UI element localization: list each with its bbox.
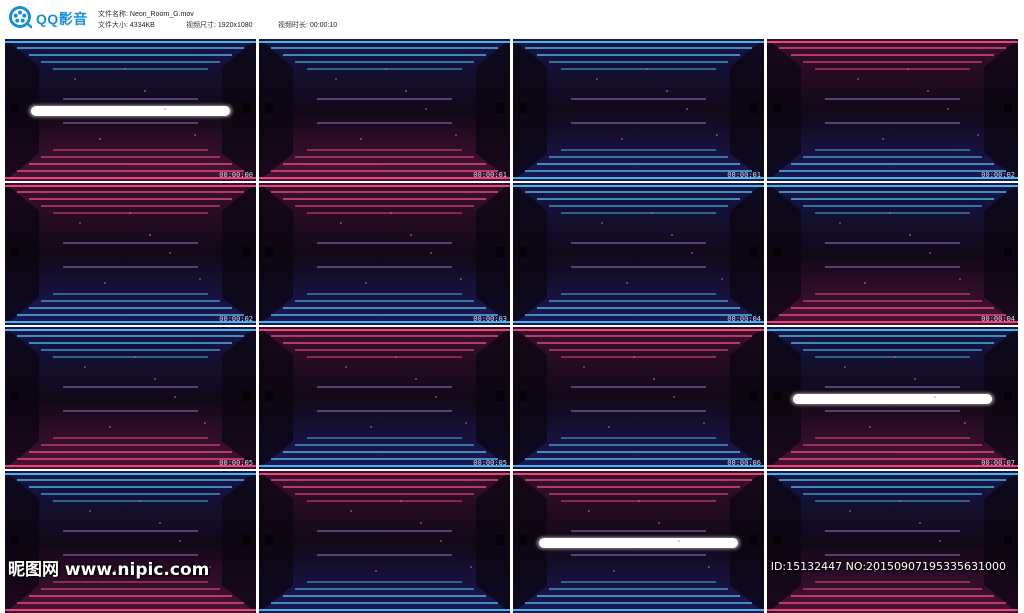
video-thumbnail[interactable]: 00:00:01 xyxy=(259,39,510,181)
video-thumbnail[interactable] xyxy=(259,471,510,613)
video-duration-row: 视频时长: 00:00:10 xyxy=(278,22,337,30)
video-thumbnail[interactable] xyxy=(767,471,1018,613)
thumbnail-grid: 00:00:00 00:00:01 00:00:01 00:00:02 00:00:02… xyxy=(0,36,1024,613)
neon-room-frame xyxy=(513,39,764,181)
file-size-label: 文件大小: xyxy=(98,22,128,29)
thumbnail-timestamp: 00:00:04 xyxy=(727,315,761,323)
neon-room-frame xyxy=(259,471,510,613)
thumbnail-timestamp: 00:00:05 xyxy=(473,459,507,467)
video-dimensions-label: 视频尺寸: xyxy=(186,22,216,29)
watermark-text: 昵图网 www.nipic.com xyxy=(8,560,210,580)
file-size-value: 4334KB xyxy=(129,22,155,29)
neon-room-frame xyxy=(767,183,1018,325)
thumbnail-timestamp: 00:00:05 xyxy=(219,459,253,467)
neon-room-frame xyxy=(259,327,510,469)
neon-room-frame xyxy=(513,327,764,469)
video-thumbnail[interactable]: 00:00:02 xyxy=(5,183,256,325)
image-id-text: ID:15132447 NO:20150907195335631000 xyxy=(770,560,1006,573)
thumbnail-timestamp: 00:00:01 xyxy=(727,171,761,179)
film-reel-icon xyxy=(9,6,32,29)
thumbnail-timestamp: 00:00:02 xyxy=(981,171,1015,179)
neon-room-frame xyxy=(5,471,256,613)
neon-room-frame xyxy=(767,471,1018,613)
video-thumbnail[interactable]: 00:00:07 xyxy=(767,327,1018,469)
thumbnail-timestamp: 00:00:03 xyxy=(473,315,507,323)
file-name-label: 文件名称: xyxy=(98,11,128,18)
thumbnail-timestamp: 00:00:02 xyxy=(219,315,253,323)
app-name: QQ影音 xyxy=(36,11,88,27)
video-thumbnail[interactable]: 00:00:01 xyxy=(513,39,764,181)
neon-room-frame xyxy=(5,183,256,325)
thumbnail-timestamp: 00:00:00 xyxy=(219,171,253,179)
video-thumbnail[interactable]: 00:00:06 xyxy=(513,327,764,469)
neon-room-frame xyxy=(259,183,510,325)
video-thumbnail[interactable]: 00:00:04 xyxy=(513,183,764,325)
thumbnail-timestamp: 00:00:04 xyxy=(981,315,1015,323)
file-size-row: 文件大小: 4334KB xyxy=(98,22,155,30)
file-name-row: 文件名称: Neon_Room_G.mov xyxy=(98,11,194,19)
file-info-header: QQ影音 文件名称: Neon_Room_G.mov 文件大小: 4334KB … xyxy=(0,0,1024,36)
video-thumbnail[interactable] xyxy=(513,471,764,613)
neon-room-frame xyxy=(5,39,256,181)
video-thumbnail[interactable]: 00:00:05 xyxy=(5,327,256,469)
video-duration-label: 视频时长: xyxy=(278,22,308,29)
neon-room-frame xyxy=(513,183,764,325)
neon-room-frame xyxy=(767,327,1018,469)
video-dimensions-value: 1920x1080 xyxy=(217,22,253,29)
thumbnail-timestamp: 00:00:01 xyxy=(473,171,507,179)
video-dimensions-row: 视频尺寸: 1920x1080 xyxy=(186,22,253,30)
thumbnail-timestamp: 00:00:06 xyxy=(727,459,761,467)
video-thumbnail[interactable]: 00:00:04 xyxy=(767,183,1018,325)
file-name-value: Neon_Room_G.mov xyxy=(129,11,194,18)
video-duration-value: 00:00:10 xyxy=(309,22,338,29)
video-thumbnail[interactable] xyxy=(5,471,256,613)
neon-room-frame xyxy=(5,327,256,469)
neon-room-frame xyxy=(259,39,510,181)
neon-room-frame xyxy=(513,471,764,613)
video-thumbnail[interactable]: 00:00:00 xyxy=(5,39,256,181)
video-thumbnail[interactable]: 00:00:05 xyxy=(259,327,510,469)
video-thumbnail[interactable]: 00:00:02 xyxy=(767,39,1018,181)
neon-room-frame xyxy=(767,39,1018,181)
video-thumbnail[interactable]: 00:00:03 xyxy=(259,183,510,325)
thumbnail-timestamp: 00:00:07 xyxy=(981,459,1015,467)
